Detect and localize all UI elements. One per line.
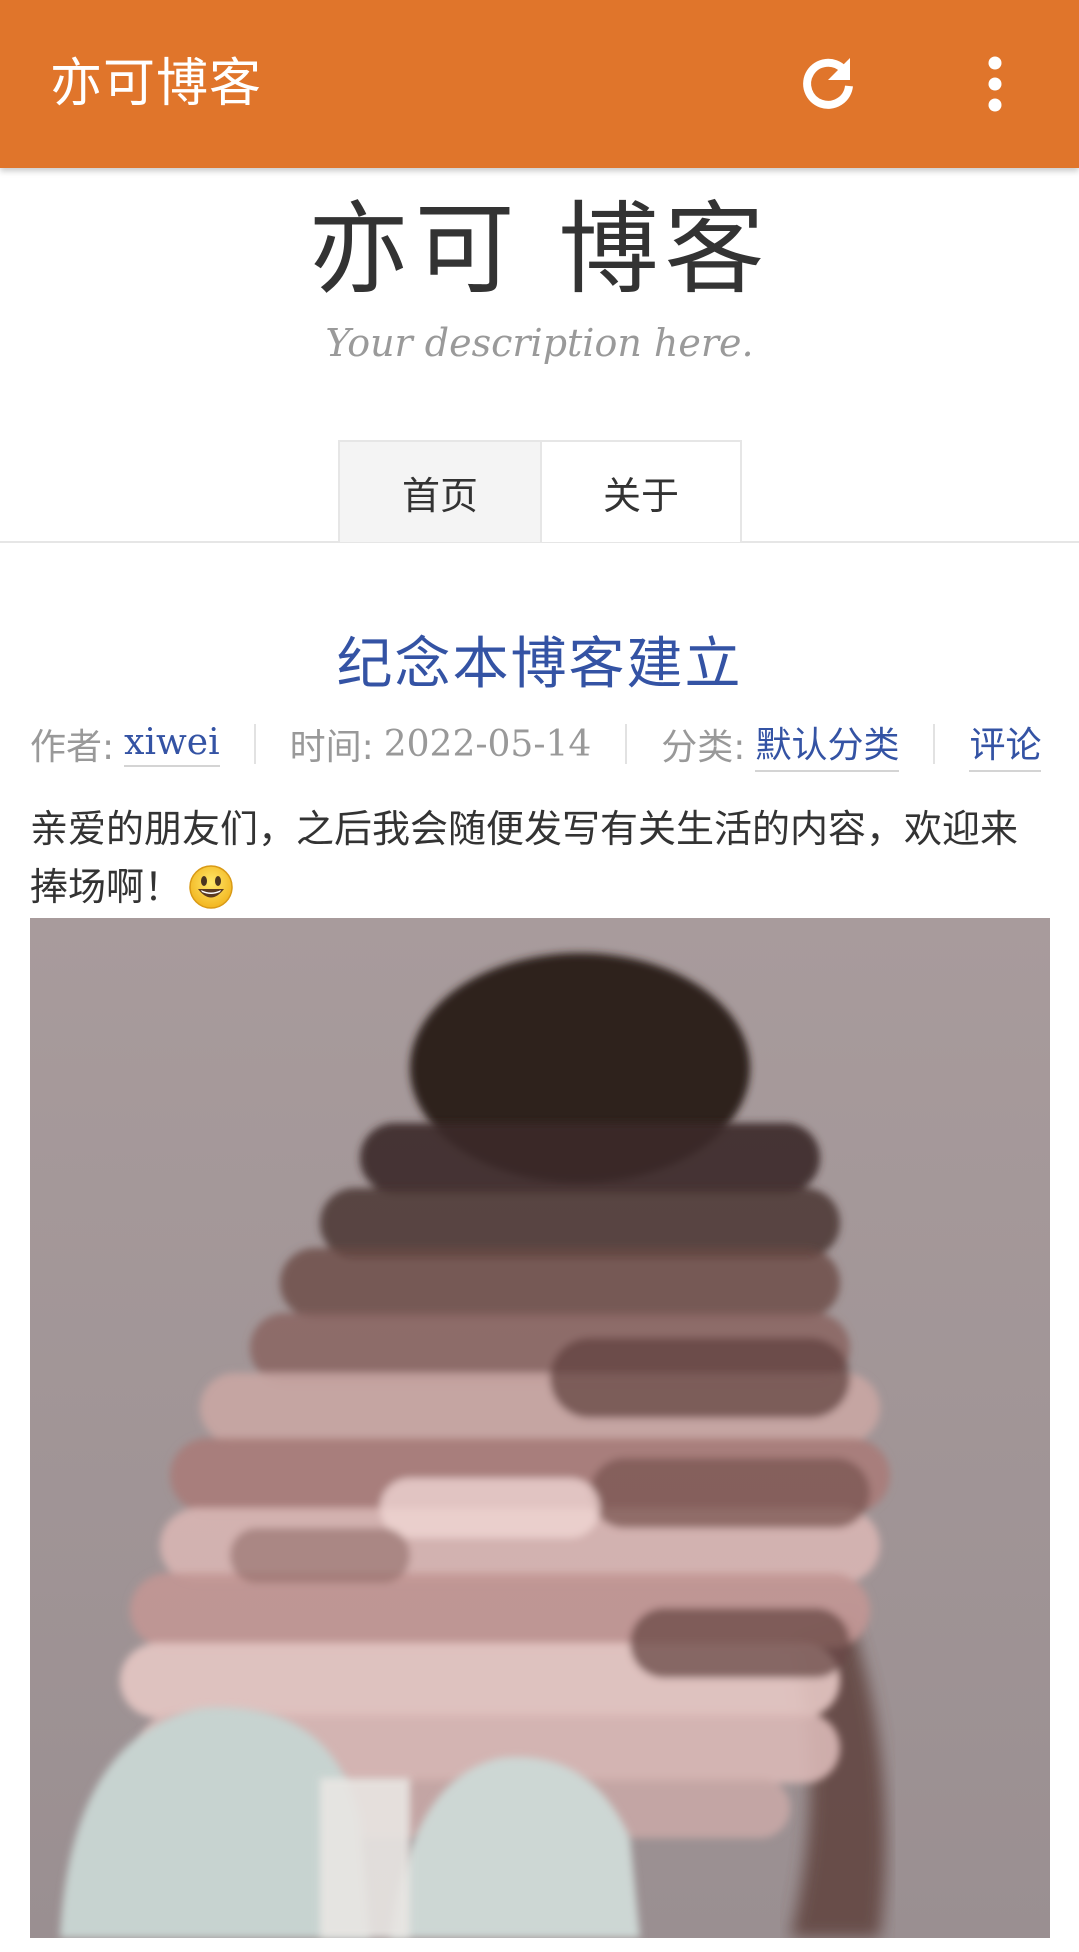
app-title: 亦可博客 (50, 54, 263, 114)
more-options-button[interactable] (955, 44, 1035, 124)
comments-link[interactable]: 评论 (969, 716, 1042, 772)
post-body-text: 亲爱的朋友们，之后我会随便发写有关生活的内容，欢迎来捧场啊！ (30, 807, 1019, 909)
post-photo (30, 918, 1050, 1938)
site-title[interactable]: 亦可 博客 (0, 190, 1079, 310)
post-meta: 作者: xiwei 时间: 2022-05-14 分类: 默认分类 评论 (30, 714, 1070, 774)
smiley-emoji-icon (189, 865, 233, 909)
meta-comments: 评论 (969, 716, 1042, 772)
category-label: 分类: (661, 727, 746, 768)
meta-author: 作者: xiwei (30, 719, 220, 769)
meta-separator (933, 724, 936, 764)
app-bar: 亦可博客 (0, 0, 1079, 168)
site-description: Your description here. (325, 321, 754, 365)
meta-separator (253, 724, 256, 764)
category-link[interactable]: 默认分类 (755, 716, 900, 772)
refresh-icon (803, 58, 853, 109)
meta-date: 时间: 2022-05-14 (290, 719, 592, 769)
more-vert-icon (988, 56, 1002, 112)
date-label: 时间: (289, 727, 374, 768)
author-label: 作者: (30, 727, 115, 768)
post-image[interactable] (30, 918, 1050, 1938)
main-nav: 首页 关于 (338, 440, 742, 542)
nav-item-about[interactable]: 关于 (540, 442, 740, 542)
nav-item-home[interactable]: 首页 (340, 442, 540, 542)
post-date: 2022-05-14 (383, 723, 592, 765)
refresh-button[interactable] (788, 44, 868, 124)
meta-category: 分类: 默认分类 (661, 716, 900, 772)
meta-separator (625, 724, 628, 764)
author-link[interactable]: xiwei (124, 722, 220, 767)
post-body: 亲爱的朋友们，之后我会随便发写有关生活的内容，欢迎来捧场啊！ (30, 800, 1050, 916)
post-title[interactable]: 纪念本博客建立 (0, 630, 1079, 700)
